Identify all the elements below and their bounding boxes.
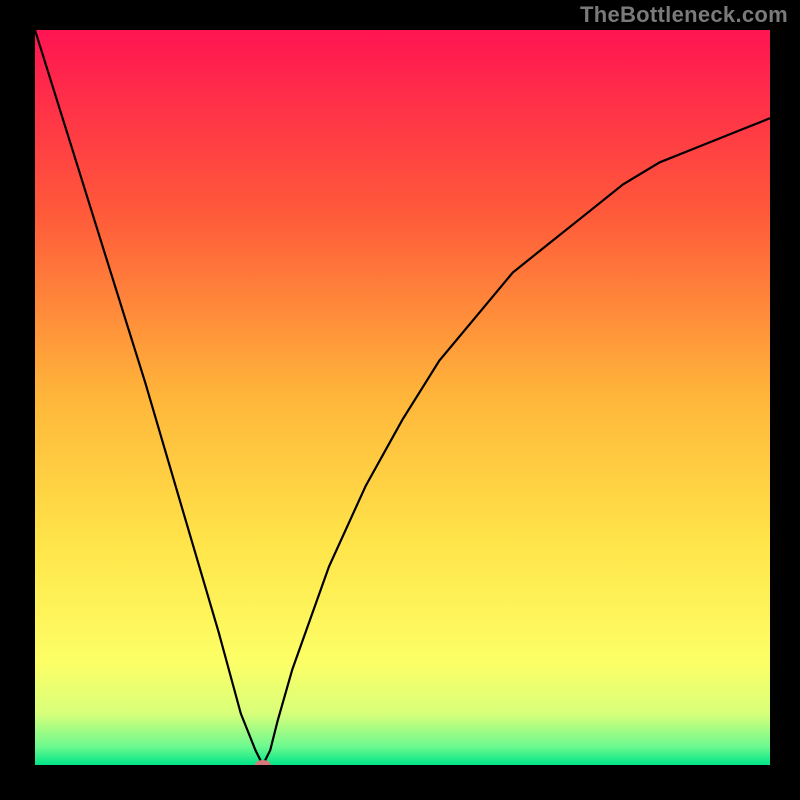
bottleneck-chart: [35, 30, 770, 765]
plot-area: [35, 30, 770, 765]
chart-background: [35, 30, 770, 765]
chart-frame: TheBottleneck.com: [0, 0, 800, 800]
watermark-text: TheBottleneck.com: [580, 2, 788, 28]
